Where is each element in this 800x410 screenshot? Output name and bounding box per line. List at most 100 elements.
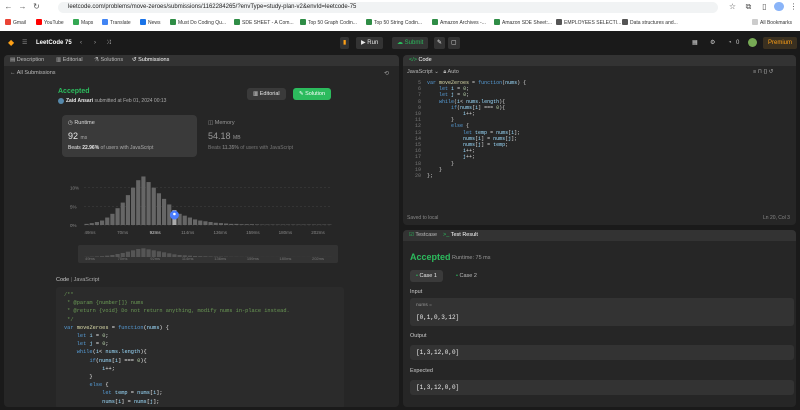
solution-button[interactable]: ✎ Solution [293,88,332,100]
tab-editorial[interactable]: ▥ Editorial [56,55,83,66]
histogram-bar[interactable] [234,223,239,225]
histogram-bar[interactable] [224,223,229,225]
histogram-bar[interactable] [244,224,249,225]
code-header: Code | JavaScript [56,277,100,283]
tab-code[interactable]: </> Code [409,55,432,66]
editor-code[interactable]: var moveZeroes = function(nums) { let i … [427,80,526,179]
histogram-bar[interactable] [120,202,125,225]
bookmark-sde-sheet[interactable]: SDE SHEET - A Com... [234,19,294,27]
output-value: [1,3,12,0,0] [416,349,460,356]
gear-icon[interactable]: ⚙ [710,37,715,49]
case-2-tab[interactable]: • Case 2 [450,270,483,282]
forward-icon[interactable]: → [18,2,27,11]
runtime-card[interactable]: ◷ Runtime 92 ms Beats 22.96% of users wi… [62,115,197,157]
menu-icon[interactable]: ⋮ [789,2,798,11]
histogram-bar[interactable] [100,220,105,225]
run-button[interactable]: ▶ Run [356,37,384,49]
all-bookmarks[interactable]: All Bookmarks [752,19,792,27]
format-icon[interactable]: ≡ [753,69,756,75]
histogram-bar[interactable] [89,223,94,225]
bell-icon[interactable]: ◔ [728,37,732,49]
histogram-bar[interactable] [125,195,130,225]
histogram-bar[interactable] [249,224,254,225]
premium-button[interactable]: Premium [763,37,798,49]
x-tick-label: 159ms [246,230,260,235]
bookmark-icon[interactable]: ⊓ [758,69,762,75]
histogram-bar[interactable] [187,217,192,225]
share-icon[interactable]: ⟲ [384,70,389,77]
tab-testcase[interactable]: ☑ Testcase [409,230,437,241]
histogram-bar[interactable] [156,193,161,225]
marker-avatar-icon [173,212,176,216]
all-submissions-link[interactable]: ← All Submissions [10,70,56,76]
back-icon[interactable]: ← [4,2,13,11]
editorial-button[interactable]: ▥ Editorial [247,88,286,100]
case-1-tab[interactable]: • Case 1 [410,270,443,282]
histogram-bar[interactable] [151,187,156,225]
reload-icon[interactable]: ↻ [32,2,41,11]
debug-icon[interactable]: ▮ [340,37,350,49]
histogram-bar[interactable] [182,215,187,225]
histogram-bar[interactable] [131,187,136,225]
bookmark-youtube[interactable]: YouTube [36,19,64,27]
histogram-bar[interactable] [110,213,115,225]
terminal-icon: >_ [443,232,451,238]
note-icon[interactable]: ▢ [448,37,460,49]
language-select[interactable]: JavaScript ⌄ 🔒︎ Auto [407,69,459,76]
tab-solutions[interactable]: ⚗ Solutions [94,55,123,66]
bookmark-must-do[interactable]: Must Do Coding Qu... [170,19,226,27]
histogram-bar[interactable] [203,221,208,225]
tab-test-result[interactable]: >_ Test Result [443,230,478,241]
star-icon[interactable]: ☆ [728,2,737,11]
histogram-bar[interactable] [229,223,234,225]
tab-description[interactable]: ▤ Description [10,55,44,66]
shuffle-icon[interactable]: ⤨ [106,37,111,49]
bookmark-amazon-sde[interactable]: Amazon SDE Sheet:... [494,19,552,27]
histogram-bar[interactable] [255,224,260,225]
histogram-bar[interactable] [198,220,203,225]
chip-icon: ◫ [208,120,215,126]
histogram-bar[interactable] [136,180,141,225]
histogram-bar[interactable] [94,222,99,225]
bookmark-graph[interactable]: Top 50 Graph Codin... [300,19,357,27]
problem-list-title[interactable]: LeetCode 75 [36,37,72,49]
submit-button[interactable]: ☁ Submit [392,37,429,49]
address-bar[interactable]: leetcode.com/problems/move-zeroes/submis… [58,2,718,13]
histogram-bar[interactable] [193,219,198,225]
layout-icon[interactable]: ▦ [692,37,698,49]
overview-bar [131,250,136,257]
bookmark-news[interactable]: News [140,19,161,27]
braces-icon[interactable]: {} [764,69,768,75]
bookmark-data-structures[interactable]: Data structures and... [622,19,678,27]
bookmark-translate[interactable]: Translate [102,19,131,27]
next-icon[interactable]: › [94,37,96,49]
histogram-bar[interactable] [218,223,223,225]
bookmark-gmail[interactable]: Gmail [5,19,26,27]
prev-icon[interactable]: ‹ [80,37,82,49]
histogram-bar[interactable] [208,222,213,225]
notes-icon[interactable]: ✎ [434,37,446,49]
extensions-icon[interactable]: ⧉ [744,2,753,11]
bookmark-string[interactable]: Top 50 String Codin... [366,19,422,27]
overview-tick-label: 136ms [214,256,226,261]
histogram-bar[interactable] [105,217,110,225]
histogram-bar[interactable] [162,198,167,225]
tab-submissions[interactable]: ↺ Submissions [132,55,169,66]
split-icon[interactable]: ▯ [760,2,769,11]
list-icon[interactable]: ☰ [22,37,27,49]
histogram-bar[interactable] [141,176,146,225]
bookmark-employees[interactable]: EMPLOYEES SELECTI... [556,19,621,27]
histogram-bar[interactable] [146,182,151,225]
runtime-distribution-chart: 10% 5% 0% 49ms 70ms 92ms 114ms 136ms 159ms 180ms 2… [70,176,338,263]
bookmark-amazon-archives[interactable]: Amazon Archives -... [432,19,486,27]
histogram-bar[interactable] [239,224,244,225]
leetcode-logo-icon[interactable]: ◆ [8,37,14,49]
user-avatar[interactable] [748,38,757,47]
bookmark-maps[interactable]: Maps [73,19,93,27]
histogram-bar[interactable] [115,208,120,225]
reset-icon[interactable]: ↺ [769,69,774,75]
avatar[interactable] [774,2,784,11]
histogram-bar[interactable] [84,223,89,225]
memory-card[interactable]: ◫ Memory 54.18 MB Beats 11.35% of users … [202,115,337,157]
histogram-bar[interactable] [213,222,218,225]
